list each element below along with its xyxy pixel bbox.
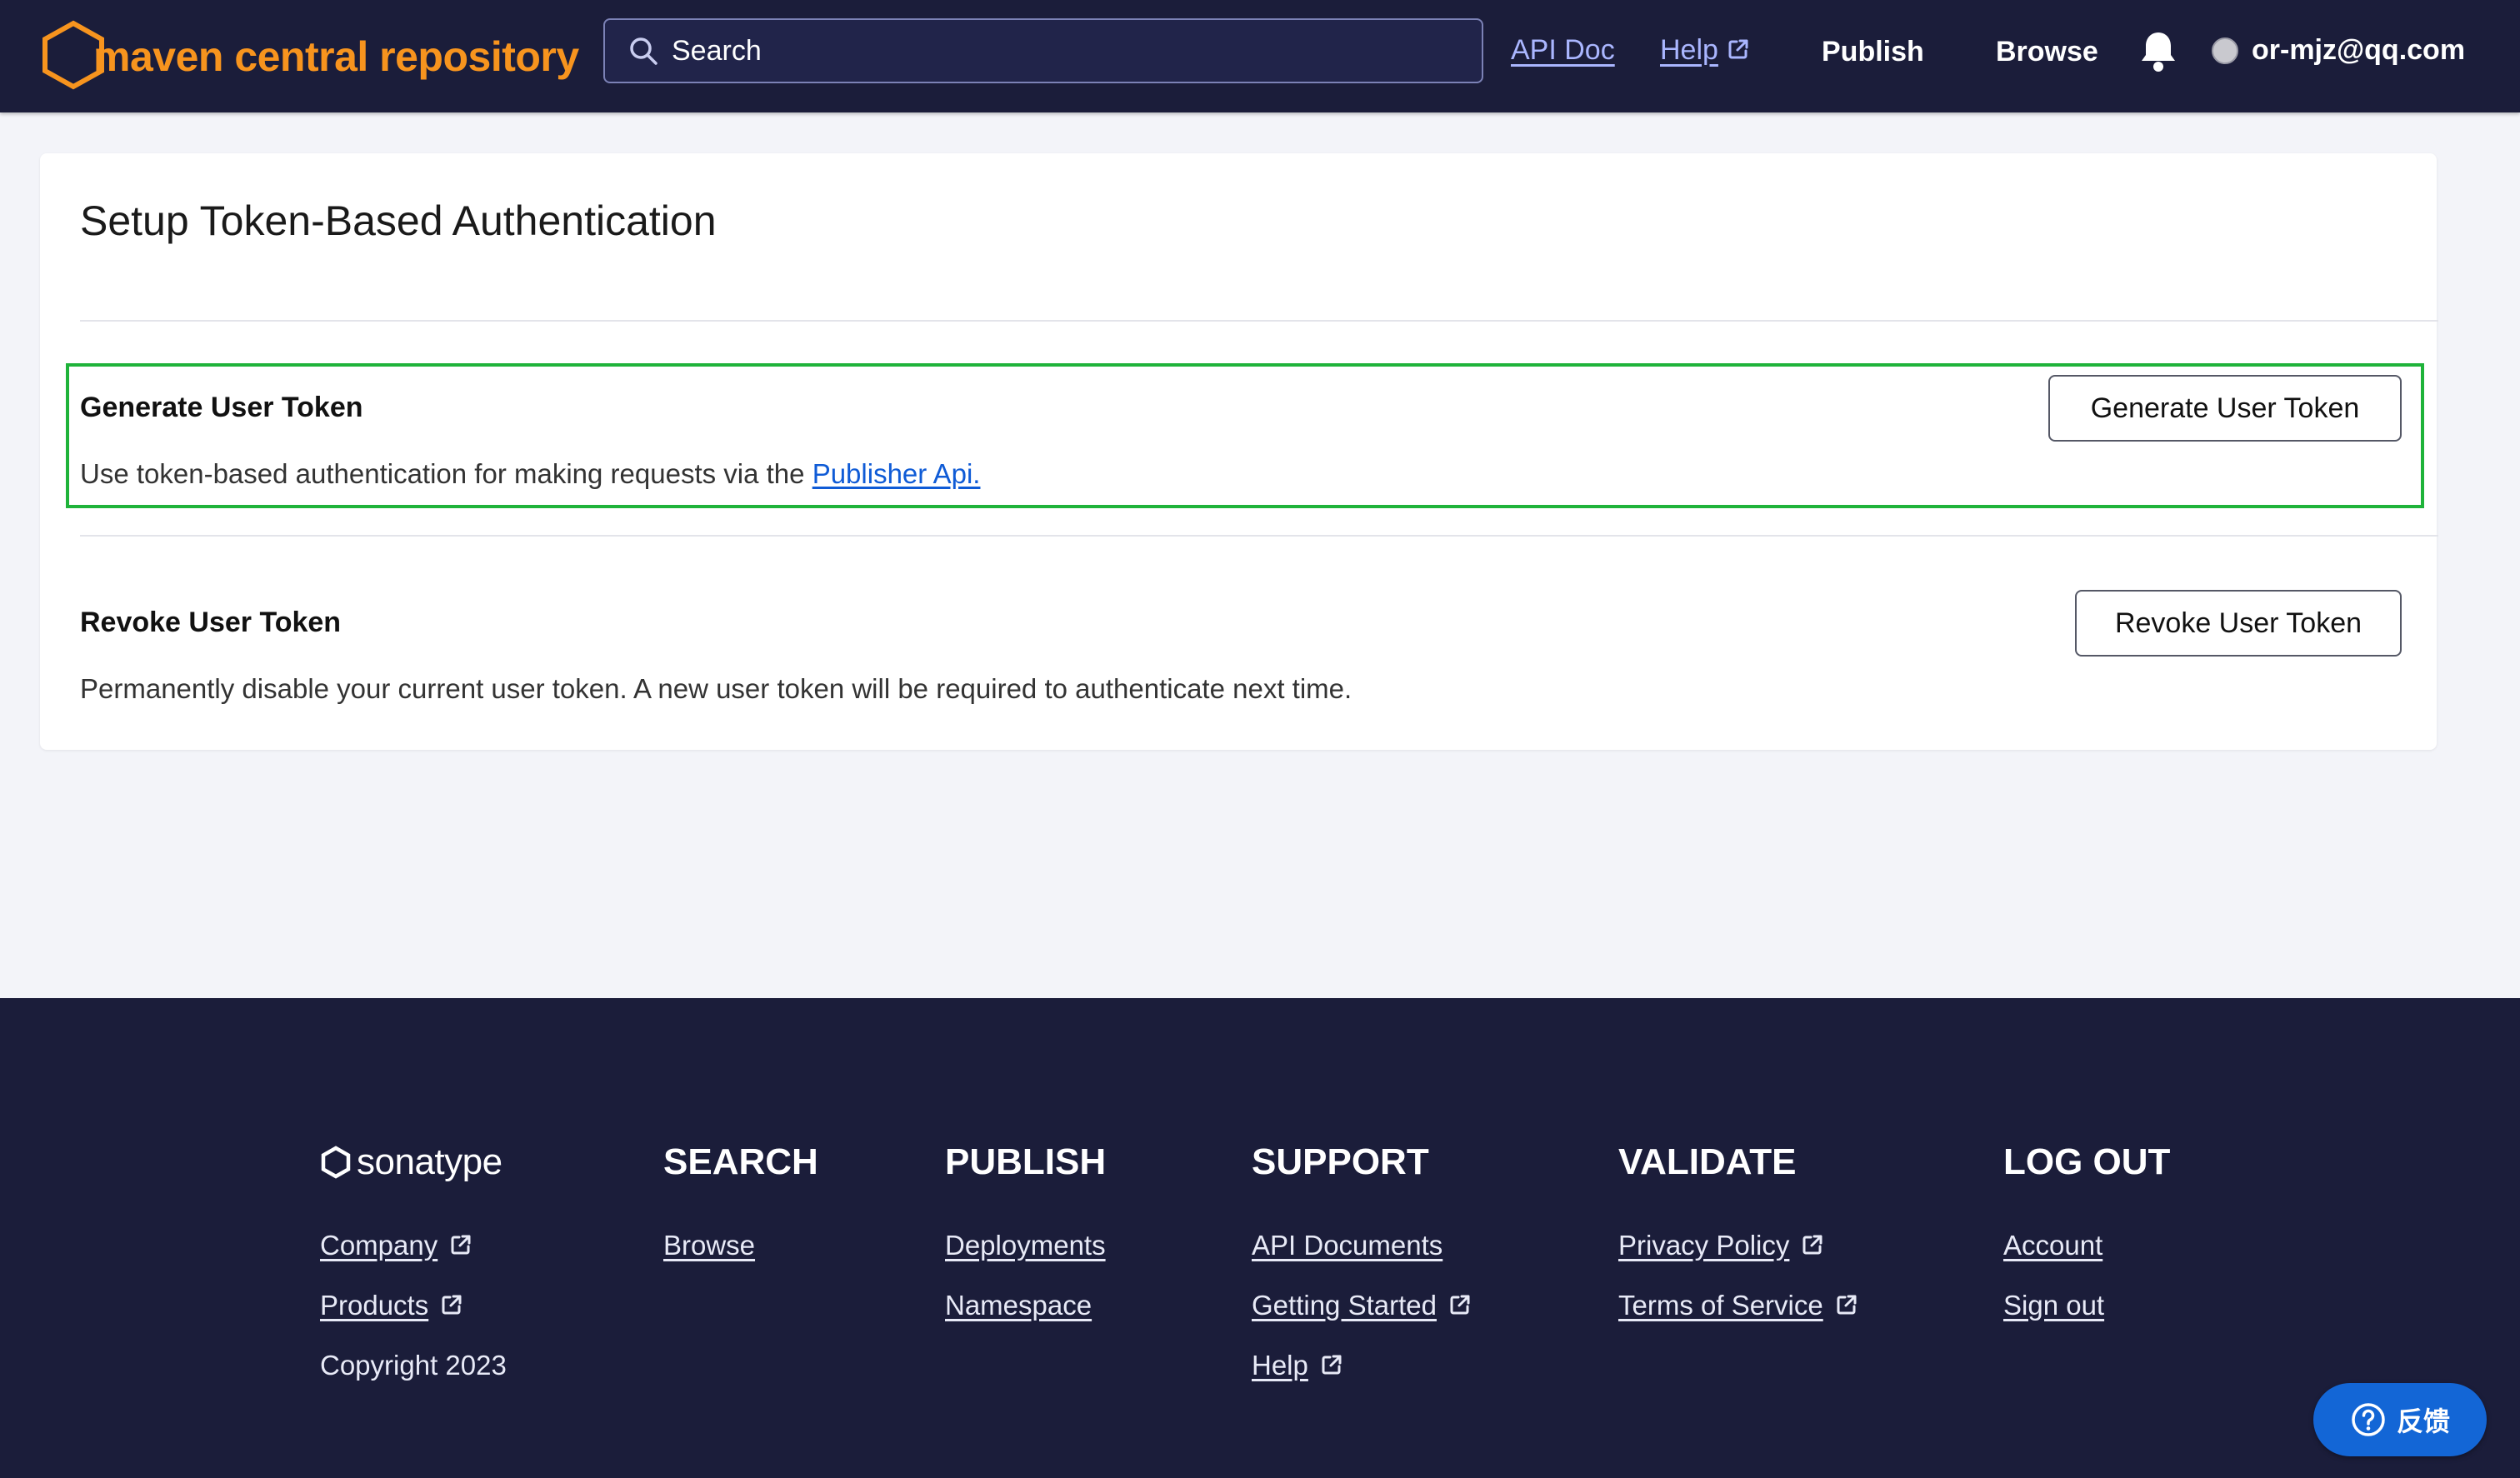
revoke-user-token-button[interactable]: Revoke User Token	[2075, 590, 2402, 657]
help-circle-icon	[2352, 1403, 2385, 1436]
footer-validate-heading: VALIDATE	[1618, 1141, 1797, 1182]
external-link-icon	[1450, 1295, 1470, 1315]
footer-deployments-link[interactable]: Deployments	[945, 1230, 1106, 1261]
generate-user-token-button[interactable]: Generate User Token	[2048, 375, 2402, 442]
footer-api-documents-link[interactable]: API Documents	[1252, 1230, 1442, 1261]
maven-central-logo[interactable]: maven central repository	[38, 18, 579, 92]
divider	[80, 535, 2438, 537]
footer-account-link[interactable]: Account	[2003, 1230, 2102, 1261]
feedback-button[interactable]: 反馈	[2313, 1383, 2487, 1456]
footer-products-link[interactable]: Products	[320, 1290, 463, 1321]
footer-products-label: Products	[320, 1290, 429, 1321]
search-box[interactable]	[603, 18, 1483, 83]
external-link-icon	[442, 1295, 462, 1315]
footer-getting-started-link[interactable]: Getting Started	[1252, 1290, 1472, 1321]
help-link[interactable]: Help	[1660, 30, 1750, 70]
sonatype-brand-text: sonatype	[357, 1141, 502, 1182]
footer-sign-out-link[interactable]: Sign out	[2003, 1290, 2104, 1321]
api-doc-link[interactable]: API Doc	[1511, 30, 1615, 70]
footer-help-label: Help	[1252, 1350, 1308, 1381]
footer-help-link[interactable]: Help	[1252, 1350, 1343, 1381]
sonatype-hexagon-icon	[321, 1146, 351, 1179]
footer-privacy-policy-link[interactable]: Privacy Policy	[1618, 1230, 1824, 1261]
publish-nav[interactable]: Publish	[1822, 32, 1924, 72]
footer-terms-link[interactable]: Terms of Service	[1618, 1290, 1858, 1321]
browse-nav[interactable]: Browse	[1996, 32, 2098, 72]
feedback-label: 反馈	[2396, 1406, 2450, 1436]
sonatype-logo[interactable]: sonatype	[320, 1141, 502, 1183]
footer: sonatype Company Products Copyright 2023…	[0, 998, 2520, 1478]
footer-publish-heading: PUBLISH	[945, 1141, 1107, 1182]
external-link-icon	[451, 1235, 471, 1255]
footer-namespace-link[interactable]: Namespace	[945, 1290, 1092, 1321]
footer-search-heading: SEARCH	[663, 1141, 818, 1182]
footer-browse-link[interactable]: Browse	[663, 1230, 755, 1261]
search-input[interactable]	[670, 33, 1423, 68]
footer-terms-label: Terms of Service	[1618, 1290, 1823, 1321]
footer-copyright: Copyright 2023	[320, 1350, 507, 1381]
user-avatar[interactable]	[2212, 37, 2238, 64]
footer-logout-heading: LOG OUT	[2003, 1141, 2171, 1182]
publisher-api-link[interactable]: Publisher Api.	[812, 458, 981, 489]
divider	[80, 320, 2438, 322]
revoke-token-description: Permanently disable your current user to…	[80, 673, 1352, 704]
page-title: Setup Token-Based Authentication	[80, 197, 717, 244]
footer-company-link[interactable]: Company	[320, 1230, 472, 1261]
footer-privacy-policy-label: Privacy Policy	[1618, 1230, 1790, 1261]
top-navbar: maven central repository API Doc Help Pu…	[0, 0, 2520, 112]
token-auth-card: Setup Token-Based Authentication Generat…	[40, 153, 2438, 750]
footer-company-label: Company	[320, 1230, 438, 1261]
revoke-token-title: Revoke User Token	[80, 607, 342, 638]
notification-bell-icon[interactable]	[2138, 29, 2178, 72]
help-link-label: Help	[1660, 34, 1718, 66]
generate-token-description: Use token-based authentication for makin…	[80, 458, 980, 490]
generate-token-desc-text: Use token-based authentication for makin…	[80, 458, 812, 489]
external-link-icon	[1322, 1355, 1342, 1375]
external-link-icon	[1728, 39, 1748, 59]
footer-getting-started-label: Getting Started	[1252, 1290, 1437, 1321]
footer-support-heading: SUPPORT	[1252, 1141, 1429, 1182]
generate-token-title: Generate User Token	[80, 392, 363, 423]
external-link-icon	[1837, 1295, 1857, 1315]
external-link-icon	[1802, 1235, 1822, 1255]
logo-text: maven central repository	[93, 33, 579, 80]
search-icon	[630, 37, 658, 65]
user-email[interactable]: or-mjz@qq.com	[2252, 30, 2465, 70]
